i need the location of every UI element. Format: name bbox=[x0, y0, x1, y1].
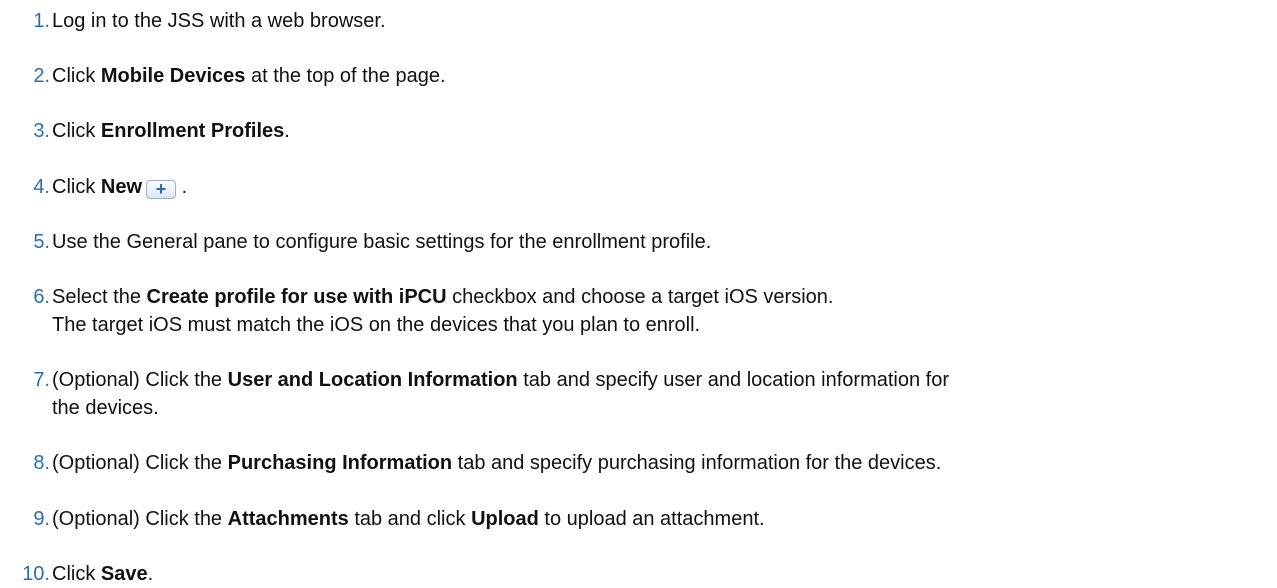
step-text-pre: Click bbox=[52, 120, 101, 142]
step-text-post: tab and specify user and location inform… bbox=[517, 369, 950, 391]
step-text-pre: Click bbox=[52, 65, 101, 87]
instruction-steps-list: 1. Log in to the JSS with a web browser.… bbox=[0, 0, 1277, 588]
step-text-post: . bbox=[284, 120, 290, 142]
ui-term-mobile-devices: Mobile Devices bbox=[100, 65, 246, 87]
step-text-post: tab and specify purchasing information f… bbox=[452, 452, 942, 474]
step-text-pre: Select the bbox=[52, 286, 147, 308]
step-number: 7. bbox=[33, 369, 50, 391]
ui-term-attachments: Attachments bbox=[227, 508, 349, 530]
step-text: Log in to the JSS with a web browser. bbox=[52, 7, 386, 35]
step-number: 6. bbox=[33, 286, 50, 308]
step-text-post: . bbox=[176, 176, 188, 198]
step-number: 9. bbox=[33, 508, 50, 530]
step-text: Use the General pane to configure basic … bbox=[52, 228, 711, 256]
step-number: 10. bbox=[22, 563, 50, 585]
ui-term-save: Save bbox=[100, 563, 148, 585]
step-text-post: at the top of the page. bbox=[245, 65, 446, 87]
step-text-pre: (Optional) Click the bbox=[52, 508, 228, 530]
step-text: (Optional) Click the Attachments tab and… bbox=[52, 505, 765, 533]
step-text: (Optional) Click the Purchasing Informat… bbox=[52, 449, 941, 477]
ui-term-create-profile-ipcu: Create profile for use with iPCU bbox=[146, 286, 447, 308]
step-text: Click Enrollment Profiles. bbox=[52, 117, 290, 145]
ui-term-new: New bbox=[100, 176, 143, 198]
step-text: (Optional) Click the User and Location I… bbox=[52, 366, 949, 422]
step-number: 2. bbox=[33, 65, 50, 87]
step-text-line2: the devices. bbox=[52, 397, 159, 419]
step-text-post: to upload an attachment. bbox=[538, 508, 765, 530]
step-text-pre: (Optional) Click the bbox=[52, 369, 228, 391]
step-text: Click Mobile Devices at the top of the p… bbox=[52, 62, 446, 90]
step-text-plain: Log in to the JSS with a web browser. bbox=[52, 10, 386, 32]
new-button-illustration: + bbox=[146, 179, 177, 199]
step-text-mid: tab and click bbox=[348, 508, 472, 530]
ui-term-upload: Upload bbox=[471, 508, 539, 530]
step-number: 1. bbox=[33, 10, 50, 32]
ui-term-purchasing-info: Purchasing Information bbox=[227, 452, 453, 474]
step-text: Click Save. bbox=[52, 560, 153, 588]
step-text: Click New + . bbox=[52, 173, 187, 201]
step-text-pre: (Optional) Click the bbox=[52, 452, 228, 474]
step-number: 3. bbox=[33, 120, 50, 142]
step-number: 5. bbox=[33, 231, 50, 253]
step-text-line2: The target iOS must match the iOS on the… bbox=[52, 314, 701, 336]
step-text-pre: Click bbox=[52, 176, 101, 198]
step-text: Select the Create profile for use with i… bbox=[52, 283, 833, 339]
step-number: 8. bbox=[33, 452, 50, 474]
ui-term-enrollment-profiles: Enrollment Profiles bbox=[100, 120, 285, 142]
ui-term-user-location-info: User and Location Information bbox=[227, 369, 518, 391]
step-text-post: . bbox=[147, 563, 154, 585]
step-text-post: checkbox and choose a target iOS version… bbox=[446, 286, 834, 308]
step-text-pre: Click bbox=[52, 563, 101, 585]
step-text-plain: Use the General pane to configure basic … bbox=[52, 231, 712, 253]
step-number: 4. bbox=[33, 176, 50, 198]
plus-icon: + bbox=[155, 179, 167, 199]
